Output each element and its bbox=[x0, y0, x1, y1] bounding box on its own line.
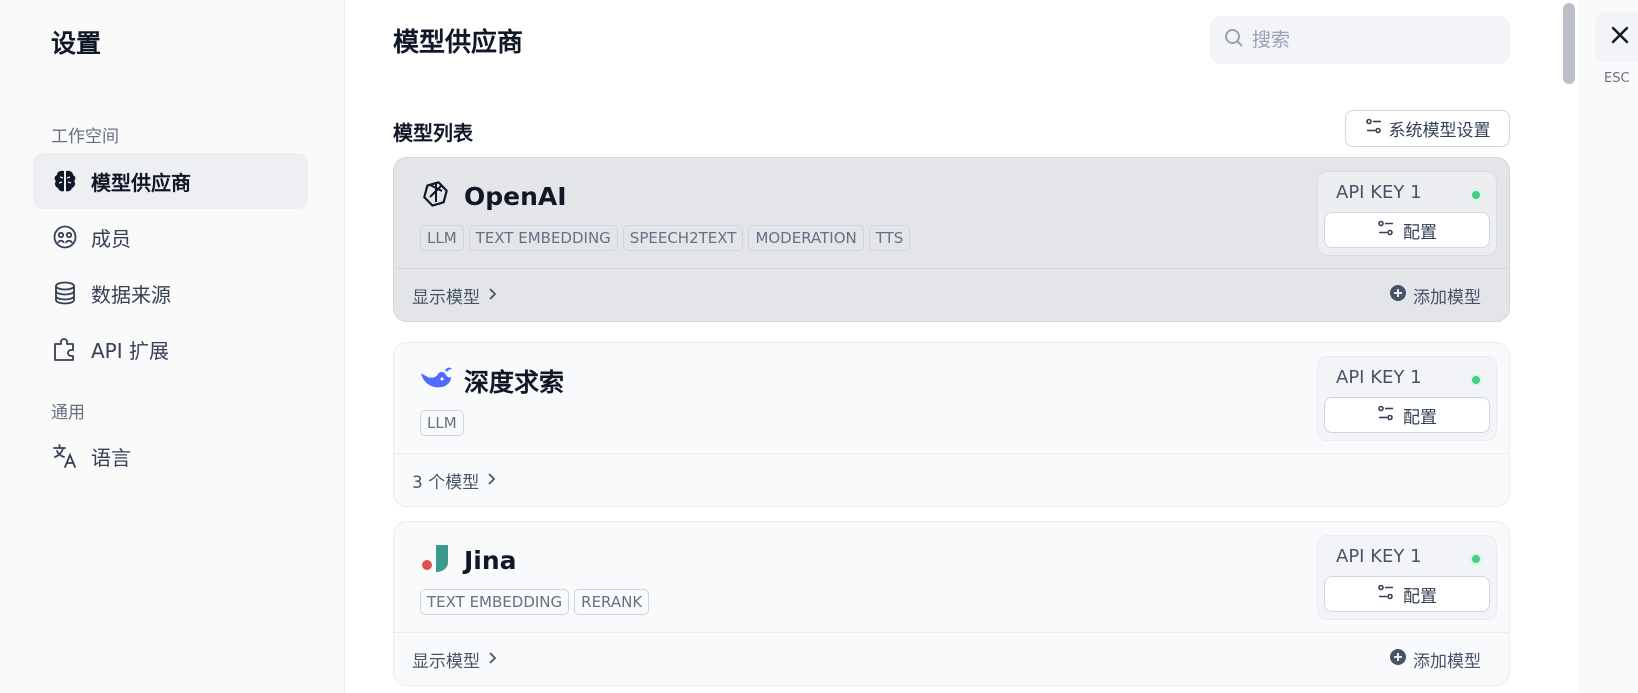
sidebar-item-model-providers[interactable]: 模型供应商 bbox=[33, 153, 308, 209]
api-key-label: API KEY 1 bbox=[1336, 182, 1422, 203]
provider-header: 深度求索 bbox=[418, 361, 564, 401]
sidebar-item-label: 模型供应商 bbox=[91, 170, 191, 195]
main-panel: 模型供应商 模型列表 系统模型设置 bbox=[345, 0, 1560, 693]
show-models-label: 显示模型 bbox=[412, 288, 480, 308]
close-area: ESC bbox=[1578, 0, 1638, 693]
tag-rerank: RERANK bbox=[574, 589, 650, 615]
tag-text-embedding: TEXT EMBEDDING bbox=[468, 225, 618, 251]
model-type-tags: LLM TEXT EMBEDDING SPEECH2TEXT MODERATIO… bbox=[420, 225, 911, 251]
sidebar-item-label: API 扩展 bbox=[91, 338, 169, 363]
sidebar-item-language[interactable]: 语言 bbox=[33, 428, 308, 484]
config-label: 配置 bbox=[1403, 222, 1437, 243]
api-key-panel: API KEY 1 配置 bbox=[1317, 171, 1497, 256]
api-key-label: API KEY 1 bbox=[1336, 546, 1422, 567]
sliders-icon bbox=[1377, 404, 1395, 427]
close-button[interactable] bbox=[1595, 12, 1638, 62]
translate-icon bbox=[51, 442, 79, 470]
tag-speech2text: SPEECH2TEXT bbox=[622, 225, 744, 251]
plus-circle-icon bbox=[1389, 648, 1407, 671]
search-box[interactable] bbox=[1210, 16, 1510, 64]
api-key-panel: API KEY 1 配置 bbox=[1317, 535, 1497, 620]
chevron-right-icon bbox=[485, 471, 497, 491]
tag-moderation: MODERATION bbox=[748, 225, 864, 251]
group-label-general: 通用 bbox=[51, 403, 85, 423]
settings-window: 设置 工作空间 模型供应商 成员 数据来源 API 扩展 通用 语言 模型供应商… bbox=[0, 0, 1638, 693]
puzzle-icon bbox=[51, 335, 79, 363]
tag-text-embedding: TEXT EMBEDDING bbox=[420, 589, 570, 615]
jina-logo-icon bbox=[418, 540, 454, 580]
settings-sidebar: 设置 工作空间 模型供应商 成员 数据来源 API 扩展 通用 语言 bbox=[0, 0, 345, 693]
show-models-link[interactable]: 显示模型 bbox=[412, 647, 498, 672]
status-dot bbox=[1470, 189, 1482, 201]
show-models-label: 显示模型 bbox=[412, 652, 480, 672]
sliders-icon bbox=[1365, 117, 1383, 140]
chevron-right-icon bbox=[486, 286, 498, 306]
provider-name: Jina bbox=[464, 545, 517, 575]
tag-llm: LLM bbox=[420, 410, 464, 436]
sidebar-item-label: 成员 bbox=[91, 226, 131, 251]
config-button[interactable]: 配置 bbox=[1324, 576, 1490, 612]
group-label-workspace: 工作空间 bbox=[51, 127, 119, 147]
status-dot bbox=[1470, 374, 1482, 386]
provider-header: OpenAI bbox=[418, 176, 567, 216]
provider-card-deepseek[interactable]: 深度求索 LLM API KEY 1 配置 3 个模型 bbox=[393, 342, 1510, 507]
deepseek-whale-icon bbox=[418, 361, 454, 401]
sliders-icon bbox=[1377, 583, 1395, 606]
add-model-button[interactable]: 添加模型 bbox=[1389, 647, 1481, 672]
status-dot bbox=[1470, 553, 1482, 565]
provider-name: 深度求索 bbox=[464, 368, 565, 397]
config-label: 配置 bbox=[1403, 407, 1437, 428]
database-icon bbox=[51, 279, 79, 307]
config-button[interactable]: 配置 bbox=[1324, 212, 1490, 248]
provider-name: OpenAI bbox=[464, 181, 567, 211]
brain-icon bbox=[51, 167, 79, 195]
sidebar-item-data-sources[interactable]: 数据来源 bbox=[33, 265, 308, 321]
scrollbar-thumb[interactable] bbox=[1563, 3, 1575, 84]
config-button[interactable]: 配置 bbox=[1324, 397, 1490, 433]
add-model-label: 添加模型 bbox=[1413, 288, 1481, 308]
sidebar-item-members[interactable]: 成员 bbox=[33, 209, 308, 265]
sliders-icon bbox=[1377, 219, 1395, 242]
scrollbar-track[interactable] bbox=[1560, 0, 1578, 693]
plus-circle-icon bbox=[1389, 284, 1407, 307]
members-icon bbox=[51, 223, 79, 251]
page-title: 模型供应商 bbox=[393, 28, 524, 58]
api-key-label: API KEY 1 bbox=[1336, 367, 1422, 388]
close-icon bbox=[1610, 25, 1630, 49]
tag-tts: TTS bbox=[868, 225, 911, 251]
api-key-panel: API KEY 1 配置 bbox=[1317, 356, 1497, 441]
sidebar-item-label: 数据来源 bbox=[91, 282, 171, 307]
model-count-label: 3 个模型 bbox=[412, 473, 480, 493]
config-label: 配置 bbox=[1403, 586, 1437, 607]
section-title-model-list: 模型列表 bbox=[393, 121, 473, 145]
provider-card-jina[interactable]: Jina TEXT EMBEDDING RERANK API KEY 1 配置 … bbox=[393, 521, 1510, 686]
show-models-link[interactable]: 显示模型 bbox=[412, 283, 498, 308]
provider-header: Jina bbox=[418, 540, 517, 580]
model-type-tags: TEXT EMBEDDING RERANK bbox=[420, 589, 650, 615]
sidebar-title: 设置 bbox=[51, 29, 102, 58]
system-model-settings-label: 系统模型设置 bbox=[1388, 121, 1491, 141]
chevron-right-icon bbox=[486, 650, 498, 670]
openai-logo-icon bbox=[418, 176, 454, 216]
show-models-link[interactable]: 3 个模型 bbox=[412, 468, 497, 493]
tag-llm: LLM bbox=[420, 225, 464, 251]
search-input[interactable] bbox=[1252, 29, 1492, 51]
add-model-label: 添加模型 bbox=[1413, 652, 1481, 672]
sidebar-item-label: 语言 bbox=[91, 445, 131, 470]
add-model-button[interactable]: 添加模型 bbox=[1389, 283, 1481, 308]
provider-card-openai[interactable]: OpenAI LLM TEXT EMBEDDING SPEECH2TEXT MO… bbox=[393, 157, 1510, 322]
esc-hint: ESC bbox=[1604, 71, 1630, 86]
model-type-tags: LLM bbox=[420, 410, 464, 436]
system-model-settings-button[interactable]: 系统模型设置 bbox=[1345, 110, 1510, 147]
sidebar-item-api-extension[interactable]: API 扩展 bbox=[33, 321, 308, 377]
search-icon bbox=[1224, 28, 1244, 52]
